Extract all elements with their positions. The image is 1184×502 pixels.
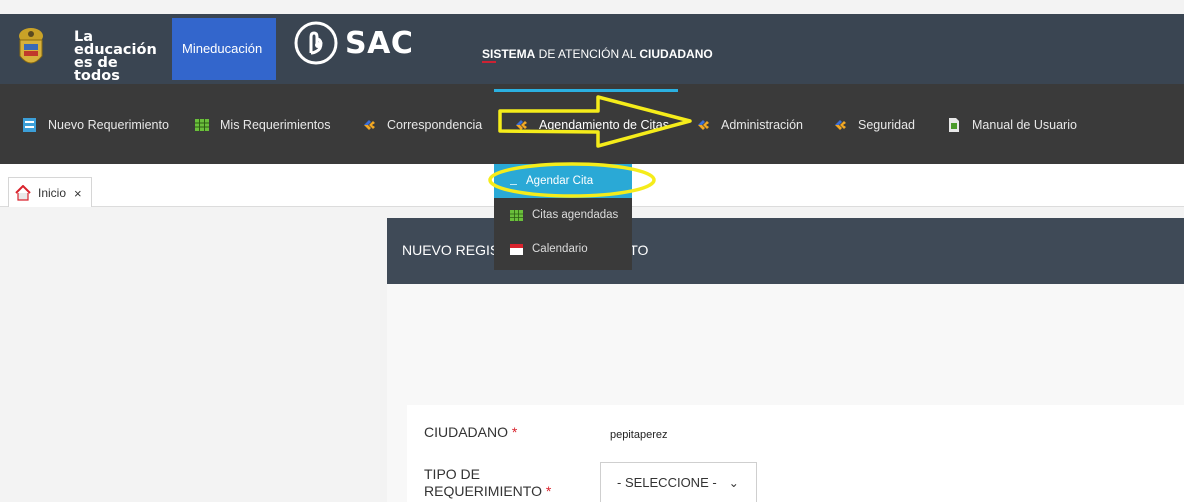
tab-label: Inicio bbox=[38, 186, 67, 200]
nav-label: Mis Requerimientos bbox=[220, 118, 331, 132]
nav-label: Administración bbox=[721, 118, 803, 132]
nav-seguridad[interactable]: Seguridad bbox=[832, 118, 915, 132]
diamond-icon bbox=[698, 120, 709, 130]
title-underline bbox=[482, 61, 496, 63]
panel-title-right: TO bbox=[629, 242, 649, 258]
nav-manual-de-usuario[interactable]: Manual de Usuario bbox=[946, 118, 1077, 132]
colombia-crest-icon bbox=[19, 28, 43, 64]
system-title-part3: CIUDADANO bbox=[639, 47, 713, 61]
diamond-icon bbox=[516, 120, 527, 130]
nav-label: Nuevo Requerimiento bbox=[48, 118, 169, 132]
document-icon bbox=[949, 118, 959, 132]
tipo-requerimiento-label: TIPO DE REQUERIMIENTO * bbox=[424, 466, 551, 500]
tab-inicio[interactable]: Inicio × bbox=[8, 177, 92, 208]
chevron-down-icon: ⌄ bbox=[728, 475, 739, 490]
nav-label: Seguridad bbox=[858, 118, 915, 132]
nav-label: Agendamiento de Citas bbox=[539, 118, 669, 132]
nav-agendamiento-de-citas[interactable]: Agendamiento de Citas bbox=[513, 118, 669, 132]
ciudadano-label-text: CIUDADANO bbox=[424, 424, 509, 440]
select-value: - SELECCIONE - bbox=[617, 475, 717, 490]
nav-nuevo-requerimiento[interactable]: Nuevo Requerimiento bbox=[22, 118, 169, 132]
top-header: La educación es de todos Mineducación SA… bbox=[0, 14, 1184, 84]
close-tab-button[interactable]: × bbox=[74, 186, 82, 201]
required-mark: * bbox=[511, 424, 518, 440]
nav-mis-requerimientos[interactable]: Mis Requerimientos bbox=[194, 118, 330, 132]
calendar-icon bbox=[510, 243, 523, 255]
brand-line-2: es de todos bbox=[74, 55, 120, 84]
menu-item-citas-agendadas[interactable]: Citas agendadas bbox=[494, 198, 632, 232]
system-title-part2: DE ATENCIÓN AL bbox=[535, 47, 640, 61]
ciudadano-label: CIUDADANO * bbox=[424, 424, 517, 441]
main-navbar: Nuevo Requerimiento Mis Requerimientos C… bbox=[0, 84, 1184, 164]
menu-item-label: Agendar Cita bbox=[526, 175, 594, 187]
home-icon bbox=[15, 185, 31, 201]
system-title: SISTEMA DE ATENCIÓN AL CIUDADANO bbox=[482, 47, 713, 61]
sac-hand-logo-icon bbox=[294, 21, 338, 65]
tipo-label-line1: TIPO DE bbox=[424, 466, 481, 482]
app-name: SAC bbox=[345, 26, 414, 61]
grid-icon bbox=[510, 209, 523, 221]
ciudadano-value: pepitaperez bbox=[610, 429, 668, 441]
required-mark: * bbox=[545, 483, 552, 499]
diamond-icon bbox=[364, 120, 375, 130]
grid-icon bbox=[195, 119, 209, 131]
brand-tagline: La educación es de todos bbox=[74, 29, 167, 84]
dash-icon bbox=[510, 178, 517, 185]
tipo-label-line2: REQUERIMIENTO bbox=[424, 483, 542, 499]
mineducacion-logo[interactable]: Mineducación bbox=[182, 41, 262, 56]
menu-item-label: Calendario bbox=[532, 243, 588, 255]
panel-title-left: NUEVO REGIS bbox=[402, 242, 500, 258]
nav-correspondencia[interactable]: Correspondencia bbox=[361, 118, 482, 132]
nav-label: Correspondencia bbox=[387, 118, 483, 132]
agendamiento-dropdown: Agendar Cita Citas agendadas Calendario bbox=[494, 164, 632, 270]
diamond-icon bbox=[835, 120, 846, 130]
tipo-requerimiento-select[interactable]: - SELECCIONE - ⌄ bbox=[600, 462, 757, 502]
brand-line-1: La educación bbox=[74, 29, 157, 58]
system-title-part1: SISTEMA bbox=[482, 47, 536, 61]
menu-item-agendar-cita[interactable]: Agendar Cita bbox=[494, 164, 632, 198]
nav-administracion[interactable]: Administración bbox=[695, 118, 803, 132]
menu-item-calendario[interactable]: Calendario bbox=[494, 232, 632, 266]
form-icon bbox=[23, 118, 36, 132]
left-pane bbox=[0, 207, 384, 502]
dropdown-active-indicator bbox=[494, 89, 678, 92]
menu-item-label: Citas agendadas bbox=[532, 209, 619, 221]
nav-label: Manual de Usuario bbox=[972, 118, 1077, 132]
